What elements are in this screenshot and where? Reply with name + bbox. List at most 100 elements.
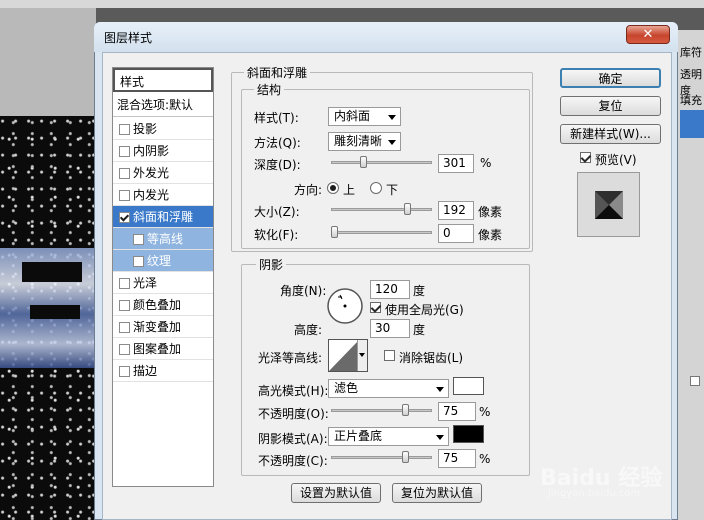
watermark-url: jingyan.baidu.com bbox=[548, 488, 641, 499]
close-button[interactable]: ✕ bbox=[626, 25, 670, 44]
shadow-opacity-label: 不透明度(C): bbox=[258, 454, 328, 468]
global-light-label: 使用全局光(G) bbox=[385, 303, 464, 317]
style-item-checkbox[interactable] bbox=[119, 322, 130, 333]
style-item-11[interactable]: 描边 bbox=[113, 360, 213, 382]
styles-header[interactable]: 样式 bbox=[113, 68, 213, 92]
style-item-7[interactable]: 光泽 bbox=[113, 272, 213, 294]
soften-slider-track[interactable] bbox=[331, 231, 432, 234]
style-item-label: 投影 bbox=[133, 122, 158, 136]
ok-button[interactable]: 确定 bbox=[560, 68, 661, 88]
style-item-6[interactable]: 纹理 bbox=[113, 250, 213, 272]
new-style-button[interactable]: 新建样式(W)... bbox=[560, 124, 661, 144]
size-input[interactable]: 192 bbox=[438, 201, 474, 220]
style-item-checkbox[interactable] bbox=[119, 344, 130, 355]
preview-checkbox[interactable] bbox=[580, 152, 591, 163]
app-top-bar bbox=[0, 0, 704, 8]
shading-title: 阴影 bbox=[256, 256, 287, 273]
style-item-checkbox[interactable] bbox=[119, 190, 130, 201]
depth-slider-handle[interactable] bbox=[359, 156, 367, 168]
canvas-artwork-gap bbox=[22, 262, 82, 282]
direction-up-radio[interactable] bbox=[327, 182, 339, 194]
highlight-mode-select[interactable]: 滤色 bbox=[328, 379, 449, 398]
shadow-mode-select[interactable]: 正片叠底 bbox=[328, 427, 449, 446]
style-item-checkbox[interactable] bbox=[119, 366, 130, 377]
chevron-down-icon bbox=[436, 387, 444, 392]
size-slider-handle[interactable] bbox=[404, 203, 412, 215]
style-item-2[interactable]: 外发光 bbox=[113, 162, 213, 184]
direction-down-radio[interactable] bbox=[370, 182, 382, 194]
style-item-label: 斜面和浮雕 bbox=[133, 210, 194, 224]
preview-label: 预览(V) bbox=[595, 153, 637, 167]
style-item-label: 内发光 bbox=[133, 188, 170, 202]
style-item-checkbox[interactable] bbox=[119, 124, 130, 135]
reset-button[interactable]: 复位 bbox=[560, 96, 661, 116]
style-item-checkbox[interactable] bbox=[119, 168, 130, 179]
altitude-input[interactable]: 30 bbox=[370, 319, 410, 338]
direction-label: 方向: bbox=[294, 183, 323, 197]
style-item-4[interactable]: 斜面和浮雕 bbox=[113, 206, 213, 228]
depth-slider-track[interactable] bbox=[331, 161, 432, 164]
chevron-down-icon bbox=[436, 435, 444, 440]
style-item-5[interactable]: 等高线 bbox=[113, 228, 213, 250]
soften-slider-handle[interactable] bbox=[331, 226, 338, 238]
soften-label: 软化(F): bbox=[254, 228, 299, 242]
highlight-opacity-unit: % bbox=[479, 405, 491, 419]
app-ruler-area bbox=[0, 8, 96, 116]
style-item-0[interactable]: 投影 bbox=[113, 118, 213, 140]
style-item-label: 外发光 bbox=[133, 166, 170, 180]
layers-panel-checkbox[interactable] bbox=[690, 376, 700, 386]
style-item-checkbox[interactable] bbox=[119, 146, 130, 157]
soften-input[interactable]: 0 bbox=[438, 224, 474, 243]
shadow-color-swatch[interactable] bbox=[453, 425, 484, 443]
shadow-opacity-slider-track[interactable] bbox=[331, 456, 432, 459]
style-select[interactable]: 内斜面 bbox=[328, 107, 401, 126]
style-item-checkbox[interactable] bbox=[119, 278, 130, 289]
shadow-mode-label: 阴影模式(A): bbox=[258, 432, 328, 446]
size-slider-track[interactable] bbox=[331, 208, 432, 211]
highlight-mode-label: 高光模式(H): bbox=[258, 384, 329, 398]
dialog-titlebar[interactable] bbox=[94, 22, 678, 52]
depth-input[interactable]: 301 bbox=[438, 154, 474, 173]
depth-label: 深度(D): bbox=[254, 158, 301, 172]
gloss-contour-picker[interactable] bbox=[328, 339, 368, 372]
style-item-label: 等高线 bbox=[147, 232, 184, 246]
altitude-label: 高度: bbox=[294, 323, 323, 337]
style-item-checkbox[interactable] bbox=[133, 234, 144, 245]
style-item-label: 纹理 bbox=[147, 254, 172, 268]
bevel-preview-icon bbox=[595, 191, 623, 219]
shadow-opacity-unit: % bbox=[479, 452, 491, 466]
technique-select[interactable]: 雕刻清晰 bbox=[328, 132, 401, 151]
highlight-opacity-slider-track[interactable] bbox=[331, 409, 432, 412]
angle-dial[interactable] bbox=[326, 287, 364, 325]
reset-to-default-button[interactable]: 复位为默认值 bbox=[392, 483, 482, 503]
style-item-3[interactable]: 内发光 bbox=[113, 184, 213, 206]
shadow-opacity-slider-handle[interactable] bbox=[402, 451, 410, 463]
style-item-10[interactable]: 图案叠加 bbox=[113, 338, 213, 360]
size-label: 大小(Z): bbox=[254, 205, 300, 219]
style-item-checkbox[interactable] bbox=[133, 256, 144, 267]
altitude-unit: 度 bbox=[413, 323, 426, 337]
structure-title: 结构 bbox=[254, 81, 285, 98]
bevel-emboss-title: 斜面和浮雕 bbox=[244, 64, 311, 81]
style-item-1[interactable]: 内阴影 bbox=[113, 140, 213, 162]
highlight-color-swatch[interactable] bbox=[453, 377, 484, 395]
chevron-down-icon bbox=[359, 353, 365, 357]
highlight-opacity-input[interactable]: 75 bbox=[438, 402, 476, 421]
highlight-opacity-slider-handle[interactable] bbox=[402, 404, 410, 416]
style-item-checkbox[interactable] bbox=[119, 300, 130, 311]
blend-options-item[interactable]: 混合选项:默认 bbox=[113, 93, 213, 117]
make-default-button[interactable]: 设置为默认值 bbox=[291, 483, 381, 503]
style-item-8[interactable]: 颜色叠加 bbox=[113, 294, 213, 316]
anti-alias-checkbox[interactable] bbox=[384, 350, 395, 361]
style-item-label: 描边 bbox=[133, 364, 158, 378]
angle-input[interactable]: 120 bbox=[370, 280, 410, 299]
layers-panel-selected-layer[interactable] bbox=[680, 110, 704, 138]
style-item-label: 颜色叠加 bbox=[133, 298, 182, 312]
contour-dropdown[interactable] bbox=[357, 340, 367, 371]
angle-label: 角度(N): bbox=[280, 284, 327, 298]
shadow-opacity-input[interactable]: 75 bbox=[438, 449, 476, 468]
global-light-checkbox[interactable] bbox=[370, 302, 381, 313]
layers-panel-fill-label: 填充 bbox=[680, 94, 702, 107]
style-item-9[interactable]: 渐变叠加 bbox=[113, 316, 213, 338]
style-item-checkbox[interactable] bbox=[119, 212, 130, 223]
